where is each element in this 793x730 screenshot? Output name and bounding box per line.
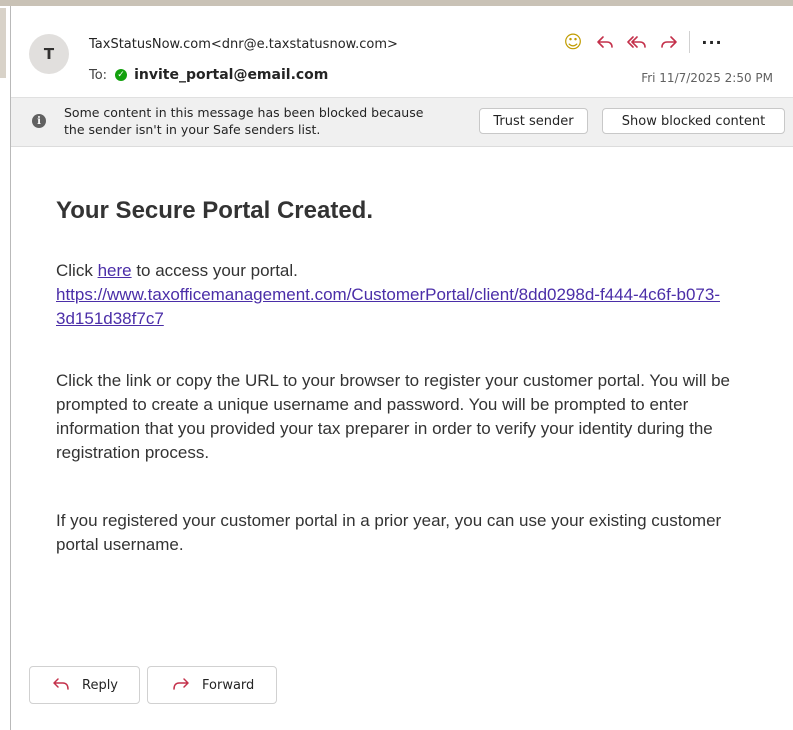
portal-url-link[interactable]: https://www.taxofficemanagement.com/Cust… — [56, 285, 720, 328]
more-icon[interactable]: ··· — [696, 30, 728, 54]
smiley-icon[interactable]: ☺ — [557, 30, 589, 54]
message-date: Fri 11/7/2025 2:50 PM — [641, 71, 773, 85]
forward-button[interactable]: Forward — [147, 666, 277, 704]
existing-user-paragraph: If you registered your customer portal i… — [56, 511, 722, 554]
email-heading: Your Secure Portal Created. — [56, 197, 373, 224]
left-accent — [0, 8, 6, 78]
click-prefix: Click — [56, 261, 98, 280]
window-top-strip — [0, 0, 793, 6]
blocked-content-banner: i Some content in this message has been … — [11, 97, 793, 147]
recipient-line: To: ✓ invite_portal@email.com — [89, 67, 328, 83]
to-label: To: — [89, 67, 108, 83]
instructions-paragraph: Click the link or copy the URL to your b… — [56, 371, 730, 462]
show-blocked-content-button[interactable]: Show blocked content — [602, 108, 785, 134]
reply-all-icon[interactable] — [621, 30, 653, 54]
forward-icon — [172, 676, 190, 695]
access-paragraph: Click here to access your portal. https:… — [56, 259, 756, 331]
forward-label: Forward — [202, 677, 255, 693]
message-actions: ☺ ··· — [557, 30, 728, 54]
reply-label: Reply — [82, 677, 119, 693]
forward-icon[interactable] — [653, 30, 685, 54]
click-suffix: to access your portal. — [131, 261, 298, 280]
actions-divider — [689, 31, 690, 53]
info-icon: i — [32, 114, 46, 128]
sender-address[interactable]: TaxStatusNow.com<dnr@e.taxstatusnow.com> — [89, 37, 398, 52]
reply-button[interactable]: Reply — [29, 666, 140, 704]
check-circle-icon: ✓ — [115, 69, 128, 81]
reply-icon[interactable] — [589, 30, 621, 54]
recipient-email[interactable]: invite_portal@email.com — [134, 67, 328, 83]
reply-icon — [52, 676, 70, 695]
here-link[interactable]: here — [98, 261, 132, 280]
trust-sender-button[interactable]: Trust sender — [479, 108, 588, 134]
banner-message: Some content in this message has been bl… — [64, 105, 424, 137]
sender-avatar[interactable]: T — [29, 34, 69, 74]
